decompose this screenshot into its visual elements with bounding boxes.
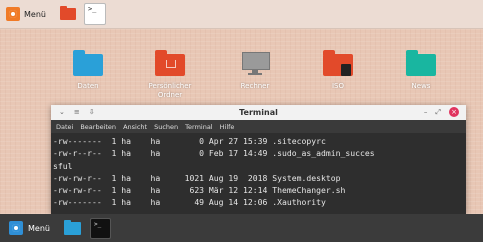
- terminal-launcher-icon[interactable]: >_: [89, 217, 111, 239]
- computer-icon: [240, 50, 270, 75]
- disc-image-icon: [341, 64, 351, 76]
- desktop-icon-label: News: [411, 82, 431, 90]
- terminal-line: -rw------- 1 ha ha 0 Apr 27 15:39 .sitec…: [53, 136, 326, 146]
- top-menu-button[interactable]: Menü: [6, 3, 46, 25]
- desktop-icon-iso[interactable]: ISO: [303, 50, 373, 91]
- top-menu-label: Menü: [24, 9, 46, 19]
- terminal-line: -rw------- 1 ha ha 49 Aug 14 12:06 .Xaut…: [53, 197, 326, 208]
- folder-icon: [406, 50, 436, 76]
- terminal-line: sful: [53, 160, 73, 171]
- top-panel: Menü >_: [0, 0, 483, 29]
- maximize-icon[interactable]: ⤢: [435, 108, 441, 117]
- minimize-icon[interactable]: –: [424, 108, 428, 116]
- menu-suchen[interactable]: Suchen: [154, 123, 178, 131]
- menu-logo-icon[interactable]: [9, 221, 23, 235]
- desktop-icon-rechner[interactable]: Rechner: [220, 50, 290, 91]
- menu-hilfe[interactable]: Hilfe: [220, 123, 235, 131]
- bottom-panel: Menü >_: [0, 214, 483, 242]
- desktop-icon-label: Rechner: [240, 82, 270, 90]
- menu-logo-icon: [6, 7, 20, 21]
- terminal-titlebar[interactable]: ⌄ ≡ ⇩ Terminal – ⤢ ×: [51, 105, 466, 120]
- terminal-launcher-icon[interactable]: >_: [83, 3, 106, 25]
- menu-terminal[interactable]: Terminal: [185, 123, 212, 131]
- desktop-icon-label: Persönlicher Ordner: [148, 82, 192, 99]
- terminal-line: -rw-rw-r-- 1 ha ha 623 Mär 12 12:14 Them…: [53, 185, 346, 196]
- window-title: Terminal: [239, 108, 278, 117]
- folder-launcher-icon[interactable]: [59, 6, 76, 20]
- menu-ansicht[interactable]: Ansicht: [123, 123, 147, 131]
- terminal-line: -rw-rw-r-- 1 ha ha 1021 Aug 19 2018 Syst…: [53, 172, 341, 183]
- menu-bearbeiten[interactable]: Bearbeiten: [80, 123, 116, 131]
- desktop-icon-news[interactable]: News: [386, 50, 456, 91]
- terminal-glyph: >_: [87, 5, 97, 13]
- terminal-output[interactable]: -rw------- 1 ha ha 0 Apr 27 15:39 .sitec…: [51, 133, 466, 209]
- terminal-menubar: Datei Bearbeiten Ansicht Suchen Terminal…: [51, 120, 466, 133]
- desktop-icon-label: Daten: [77, 82, 99, 90]
- folder-launcher-icon[interactable]: [63, 219, 81, 235]
- folder-icon: [73, 50, 103, 76]
- desktop-icon-daten[interactable]: Daten: [53, 50, 123, 91]
- bottom-menu-label[interactable]: Menü: [28, 224, 50, 233]
- desktop-icon-label: ISO: [331, 82, 345, 90]
- terminal-line: -rw-r--r-- 1 ha ha 0 Feb 17 14:49 .sudo_…: [53, 148, 375, 159]
- desktop-icon-home[interactable]: Persönlicher Ordner: [135, 50, 205, 100]
- terminal-window[interactable]: ⌄ ≡ ⇩ Terminal – ⤢ × Datei Bearbeiten An…: [51, 105, 466, 214]
- close-icon[interactable]: ×: [449, 107, 459, 117]
- terminal-glyph: >_: [93, 220, 102, 228]
- menu-datei[interactable]: Datei: [56, 123, 73, 131]
